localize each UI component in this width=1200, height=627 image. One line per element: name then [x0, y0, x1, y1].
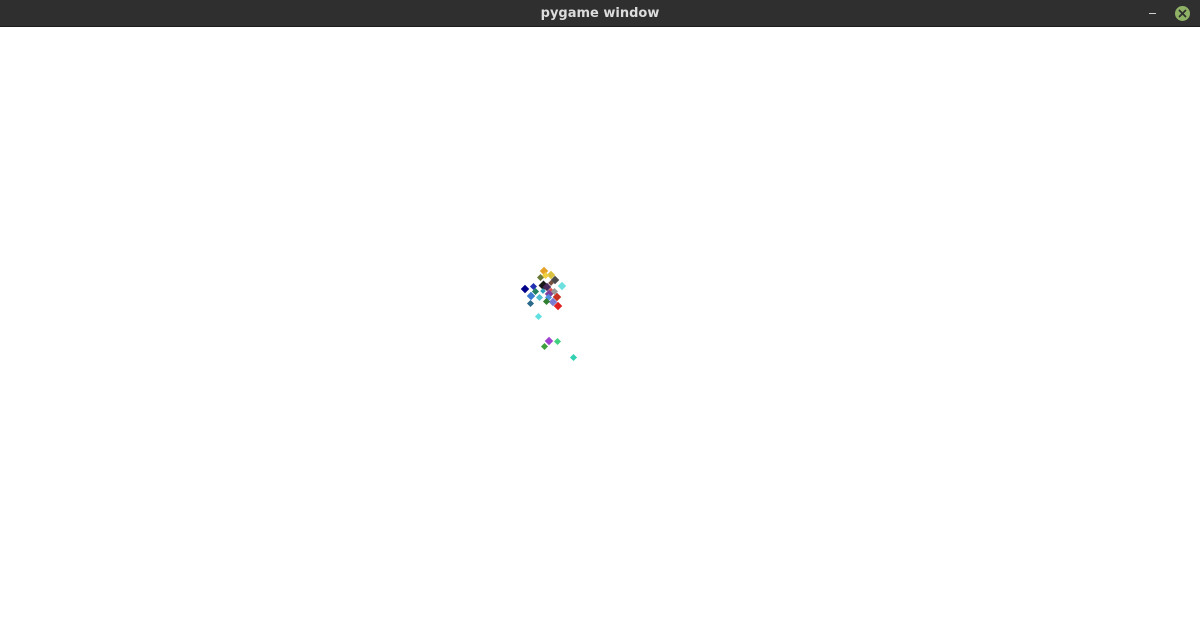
- game-canvas[interactable]: [0, 27, 1200, 627]
- game-sprite: [520, 284, 530, 294]
- game-sprite: [569, 353, 578, 362]
- game-sprite: [553, 337, 562, 346]
- window-title: pygame window: [540, 6, 660, 21]
- game-sprite: [535, 293, 544, 302]
- pygame-window: pygame window: [0, 0, 1200, 627]
- close-icon: [1178, 9, 1187, 18]
- minimize-icon: [1149, 13, 1156, 14]
- minimize-button[interactable]: [1144, 6, 1162, 20]
- game-sprite: [557, 281, 567, 291]
- game-sprite: [526, 299, 535, 308]
- title-bar[interactable]: pygame window: [0, 0, 1200, 27]
- game-sprite: [534, 312, 543, 321]
- close-button[interactable]: [1175, 6, 1190, 21]
